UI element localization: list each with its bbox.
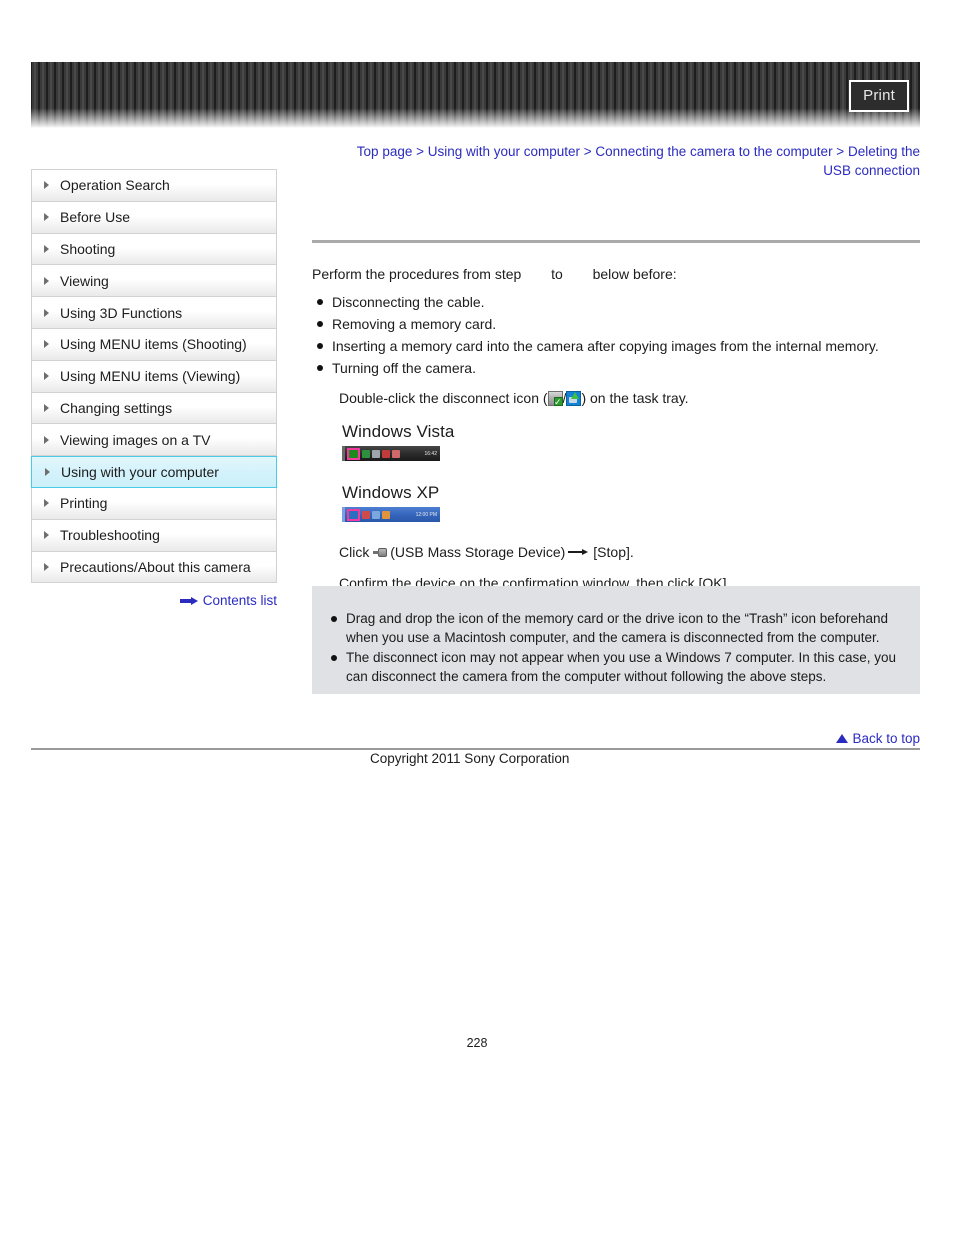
back-to-top-label: Back to top xyxy=(852,731,920,746)
list-item: Drag and drop the icon of the memory car… xyxy=(326,609,904,647)
chevron-right-icon xyxy=(44,276,49,285)
header-banner: Print xyxy=(31,62,920,128)
sidebar-item-using-with-your-computer[interactable]: Using with your computer xyxy=(31,456,277,488)
sidebar-item-precautions-about-this-camera[interactable]: Precautions/About this camera xyxy=(32,551,276,584)
tray-edge xyxy=(342,507,345,522)
sidebar-item-label: Troubleshooting xyxy=(60,527,160,544)
contents-list-label: Contents list xyxy=(202,593,277,608)
sidebar-item-label: Operation Search xyxy=(60,177,170,194)
print-button[interactable]: Print xyxy=(849,80,909,112)
sidebar-item-viewing[interactable]: Viewing xyxy=(32,265,276,298)
breadcrumb-line-2[interactable]: USB connection xyxy=(823,163,920,178)
chevron-right-icon xyxy=(44,213,49,222)
sidebar-item-changing-settings[interactable]: Changing settings xyxy=(32,392,276,425)
sidebar-item-label: Using with your computer xyxy=(61,464,219,481)
page-number: 228 xyxy=(466,1036,488,1050)
step-text-after: [Stop]. xyxy=(593,544,634,560)
step-text-after: ) on the task tray. xyxy=(581,390,689,406)
tray-icon xyxy=(382,449,390,458)
note-list: Drag and drop the icon of the memory car… xyxy=(326,609,904,686)
safely-remove-hardware-icon xyxy=(566,391,582,406)
sidebar-item-label: Changing settings xyxy=(60,399,173,416)
chevron-right-icon xyxy=(44,499,49,508)
triangle-up-icon xyxy=(836,734,849,743)
chevron-right-icon xyxy=(44,531,49,540)
intro-text-mid: to xyxy=(551,266,563,282)
tray-icon xyxy=(392,449,400,458)
chevron-right-icon xyxy=(45,468,50,477)
sidebar-item-using-menu-items-viewing[interactable]: Using MENU items (Viewing) xyxy=(32,360,276,393)
step-double-click: Double-click the disconnect icon (/) on … xyxy=(312,388,920,408)
sidebar-item-label: Printing xyxy=(60,495,108,512)
list-item: Inserting a memory card into the camera … xyxy=(312,335,920,357)
chevron-right-icon xyxy=(44,435,49,444)
main-content: Perform the procedures from step to belo… xyxy=(312,240,920,593)
chevron-right-icon xyxy=(44,308,49,317)
intro-text-after: below before: xyxy=(592,266,677,282)
note-box: Drag and drop the icon of the memory car… xyxy=(312,586,920,694)
content-divider xyxy=(312,240,920,243)
sidebar-item-label: Viewing images on a TV xyxy=(60,431,211,448)
sidebar-item-label: Viewing xyxy=(60,272,109,289)
chevron-right-icon xyxy=(44,372,49,381)
sidebar-item-label: Using MENU items (Shooting) xyxy=(60,336,247,353)
chevron-right-icon xyxy=(44,340,49,349)
precondition-list: Disconnecting the cable. Removing a memo… xyxy=(312,291,920,379)
tray-icon xyxy=(362,510,370,519)
sidebar-item-label: Precautions/About this camera xyxy=(60,558,251,575)
list-item: The disconnect icon may not appear when … xyxy=(326,648,904,686)
sidebar-item-label: Using 3D Functions xyxy=(60,304,183,321)
breadcrumb: Top page > Using with your computer > Co… xyxy=(325,142,920,180)
highlighted-disconnect-icon xyxy=(347,508,360,521)
figure-title: Windows Vista xyxy=(342,422,455,441)
sidebar-item-label: Shooting xyxy=(60,240,116,257)
taskbar-tray-vista: 16:42 xyxy=(342,446,440,461)
taskbar-tray-xp: 12:00 PM xyxy=(342,507,440,522)
sidebar-item-before-use[interactable]: Before Use xyxy=(32,201,276,234)
arrow-right-icon xyxy=(568,548,590,556)
figure-windows-xp: Windows XP 12:00 PM xyxy=(312,483,920,522)
tray-icon xyxy=(362,449,370,458)
disconnect-hardware-icon xyxy=(547,391,563,408)
sidebar-item-printing[interactable]: Printing xyxy=(32,487,276,520)
usb-device-icon xyxy=(373,545,390,560)
tray-icon xyxy=(372,449,380,458)
step-click-usb: Click (USB Mass Storage Device) [Stop]. xyxy=(312,542,920,562)
sidebar-item-troubleshooting[interactable]: Troubleshooting xyxy=(32,519,276,552)
list-item: Disconnecting the cable. xyxy=(312,291,920,313)
sidebar-navigation: Operation Search Before Use Shooting Vie… xyxy=(31,169,277,584)
arrow-right-icon xyxy=(179,596,198,605)
figure-title: Windows XP xyxy=(342,483,440,502)
list-item: Removing a memory card. xyxy=(312,313,920,335)
tray-clock: 12:00 PM xyxy=(415,511,437,518)
chevron-right-icon xyxy=(44,562,49,571)
footer-divider xyxy=(31,748,920,750)
contents-list-link[interactable]: Contents list xyxy=(31,593,277,608)
sidebar-item-shooting[interactable]: Shooting xyxy=(32,233,276,266)
intro-text-before: Perform the procedures from step xyxy=(312,266,522,282)
sidebar-item-using-3d-functions[interactable]: Using 3D Functions xyxy=(32,297,276,329)
back-to-top-link[interactable]: Back to top xyxy=(836,731,920,746)
highlighted-disconnect-icon xyxy=(347,447,360,460)
tray-edge xyxy=(342,446,345,461)
tray-icon xyxy=(372,510,380,519)
chevron-right-icon xyxy=(44,403,49,412)
breadcrumb-line-1[interactable]: Top page > Using with your computer > Co… xyxy=(357,144,920,159)
sidebar-item-label: Using MENU items (Viewing) xyxy=(60,368,241,385)
tray-icon xyxy=(382,510,390,519)
list-item: Turning off the camera. xyxy=(312,357,920,379)
tray-clock: 16:42 xyxy=(424,450,437,457)
step-text-device: (USB Mass Storage Device) xyxy=(390,544,566,560)
chevron-right-icon xyxy=(44,244,49,253)
intro-paragraph: Perform the procedures from step to belo… xyxy=(312,265,920,283)
sidebar-item-using-menu-items-shooting[interactable]: Using MENU items (Shooting) xyxy=(32,328,276,361)
chevron-right-icon xyxy=(44,181,49,190)
step-text-before: Click xyxy=(339,544,370,560)
sidebar-item-operation-search[interactable]: Operation Search xyxy=(32,170,276,202)
step-text-before: Double-click the disconnect icon ( xyxy=(339,390,548,406)
sidebar-item-label: Before Use xyxy=(60,209,131,226)
figure-windows-vista: Windows Vista 16:42 xyxy=(312,422,920,461)
sidebar-item-viewing-images-on-a-tv[interactable]: Viewing images on a TV xyxy=(32,424,276,457)
copyright-text: Copyright 2011 Sony Corporation xyxy=(370,751,570,766)
